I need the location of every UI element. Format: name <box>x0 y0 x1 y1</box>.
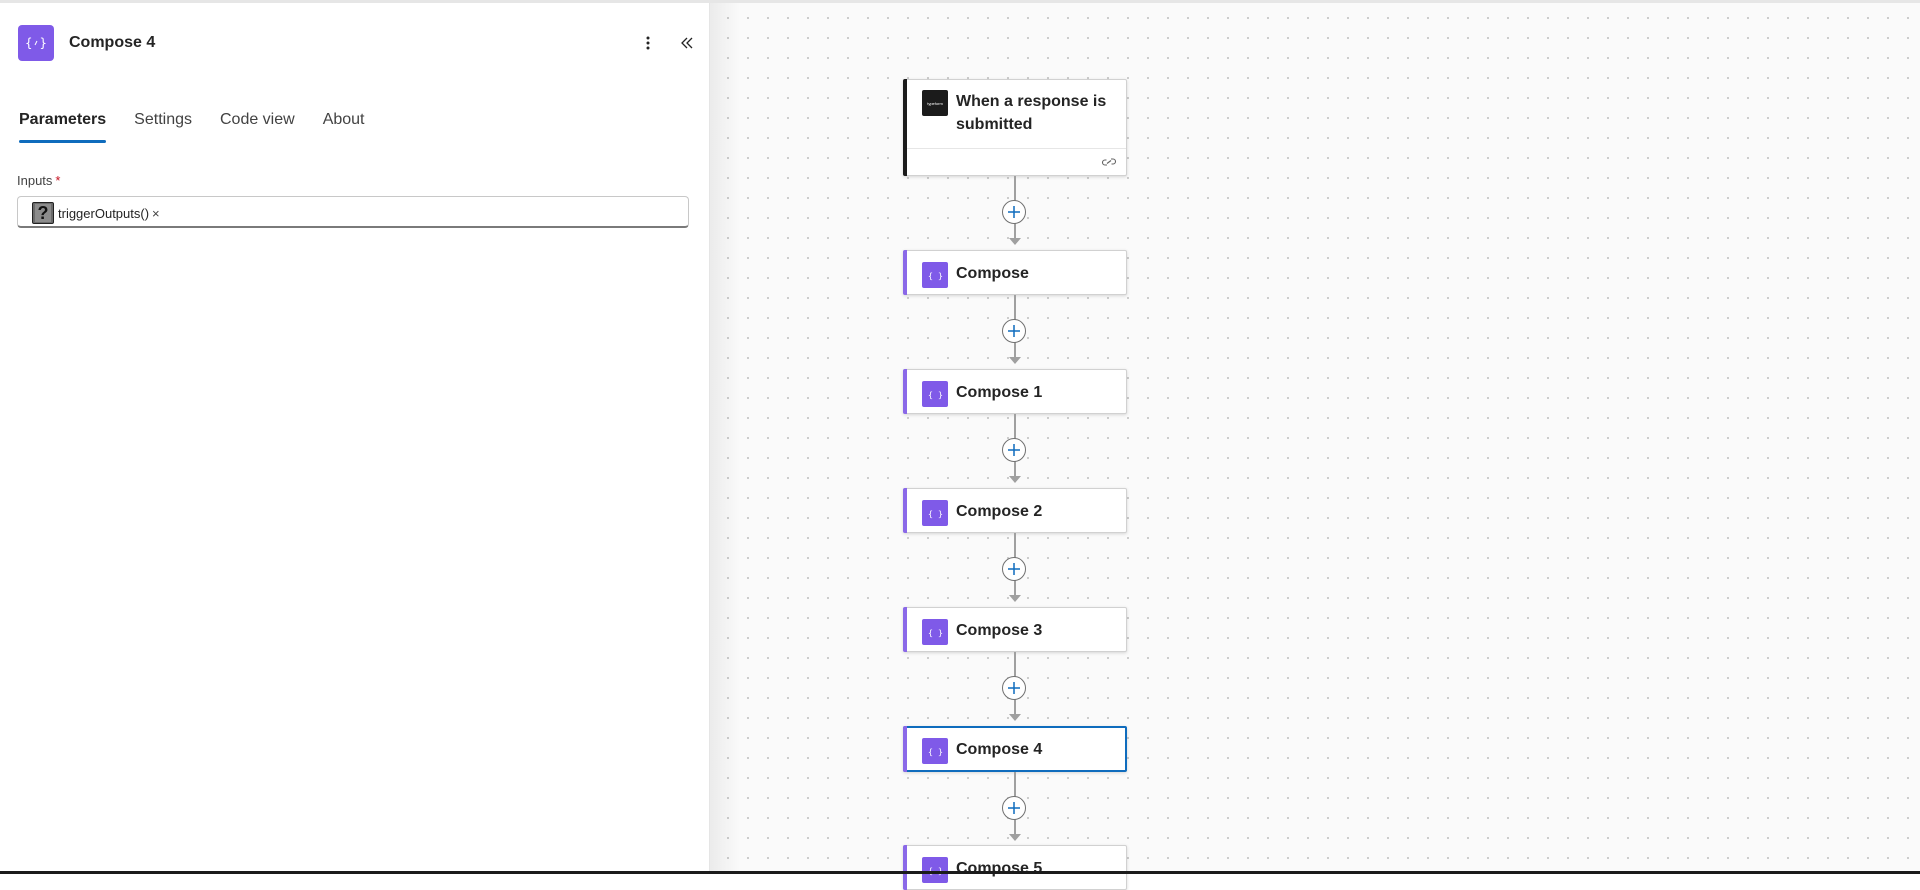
connector-arrow <box>1009 714 1021 721</box>
trigger-label: When a response is submitted <box>956 93 1107 133</box>
canvas-shadow <box>710 3 740 871</box>
collapse-double-chevron-icon <box>681 37 693 49</box>
compose-icon: { } <box>922 262 948 288</box>
more-options-button[interactable] <box>636 31 660 55</box>
action-details-panel: { } Compose 4 Parameters Settings Code v… <box>0 3 710 871</box>
node-label: Compose 1 <box>956 384 1043 401</box>
node-accent <box>903 250 907 295</box>
compose-5-node[interactable]: { } Compose 5 <box>903 845 1127 890</box>
svg-text:{ }: { } <box>928 270 943 280</box>
panel-title: Compose 4 <box>69 34 156 51</box>
node-label: Compose 2 <box>956 503 1043 520</box>
add-step-button[interactable] <box>1002 676 1026 700</box>
add-step-button[interactable] <box>1002 438 1026 462</box>
link-icon <box>1101 158 1117 166</box>
compose-4-node[interactable]: { } Compose 4 <box>903 726 1127 772</box>
node-accent <box>903 369 907 414</box>
compose-icon: { } <box>18 25 54 61</box>
node-accent <box>903 726 907 772</box>
add-step-icon <box>1008 563 1020 575</box>
node-accent <box>903 79 907 176</box>
remove-token-button[interactable]: × <box>152 206 160 221</box>
trigger-node[interactable]: typeform When a response is submitted <box>903 79 1127 176</box>
token-text: triggerOutputs() <box>58 205 150 221</box>
inputs-field-label: Inputs * <box>17 173 60 188</box>
compose-icon: { } <box>922 619 948 645</box>
node-accent <box>903 845 907 890</box>
add-step-button[interactable] <box>1002 319 1026 343</box>
panel-header: { } Compose 4 <box>18 25 698 61</box>
compose-icon: { } <box>922 738 948 764</box>
compose-3-node[interactable]: { } Compose 3 <box>903 607 1127 652</box>
compose-icon: { } <box>922 500 948 526</box>
inputs-label-text: Inputs <box>17 173 53 188</box>
svg-text:{ }: { } <box>928 746 943 756</box>
add-step-icon <box>1008 682 1020 694</box>
node-accent <box>903 488 907 533</box>
node-label: Compose 3 <box>956 622 1043 639</box>
compose-node[interactable]: { } Compose <box>903 250 1127 295</box>
connector-arrow <box>1009 476 1021 483</box>
add-step-button[interactable] <box>1002 796 1026 820</box>
trigger-divider <box>907 148 1126 149</box>
tab-parameters[interactable]: Parameters <box>19 107 107 145</box>
compose-2-node[interactable]: { } Compose 2 <box>903 488 1127 533</box>
token-icon-glyph: ? <box>35 204 51 222</box>
svg-text:{ }: { } <box>928 627 943 637</box>
connector-arrow <box>1009 834 1021 841</box>
svg-text:{ }: { } <box>928 389 943 399</box>
node-accent <box>903 607 907 652</box>
compose-1-node[interactable]: { } Compose 1 <box>903 369 1127 414</box>
expression-token[interactable]: ? triggerOutputs() × <box>32 202 160 224</box>
panel-tabs: Parameters Settings Code view About <box>19 107 393 145</box>
inputs-field[interactable]: ? triggerOutputs() × <box>17 196 689 228</box>
typeform-icon: typeform <box>922 90 948 116</box>
tab-settings[interactable]: Settings <box>134 107 192 145</box>
add-step-icon <box>1008 325 1020 337</box>
add-step-button[interactable] <box>1002 557 1026 581</box>
add-step-icon <box>1008 444 1020 456</box>
add-step-icon <box>1008 206 1020 218</box>
connector-arrow <box>1009 238 1021 245</box>
compose-icon: { } <box>922 857 948 883</box>
collapse-panel-button[interactable] <box>675 31 699 55</box>
connector-arrow <box>1009 357 1021 364</box>
flow-canvas[interactable] <box>710 3 1920 871</box>
connector-arrow <box>1009 595 1021 602</box>
node-label: Compose 4 <box>956 741 1043 758</box>
required-marker: * <box>55 173 61 188</box>
help-token-icon: ? <box>32 202 54 224</box>
add-step-icon <box>1008 802 1020 814</box>
svg-text:{ }: { } <box>928 508 943 518</box>
node-label: Compose <box>956 265 1029 282</box>
add-step-button[interactable] <box>1002 200 1026 224</box>
node-label: Compose 5 <box>956 860 1043 877</box>
tab-code-view[interactable]: Code view <box>220 107 295 145</box>
more-vertical-icon <box>646 36 650 50</box>
tab-about[interactable]: About <box>323 107 365 145</box>
compose-icon: { } <box>922 381 948 407</box>
